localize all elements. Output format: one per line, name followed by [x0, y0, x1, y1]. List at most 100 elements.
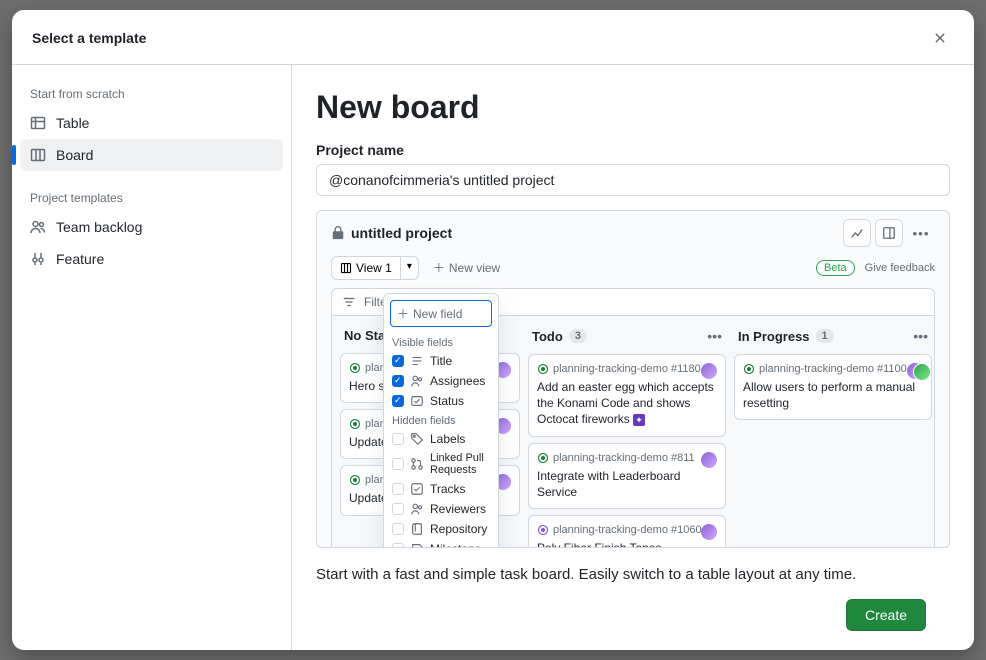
main-panel: New board Project name untitled project	[292, 65, 974, 650]
card-ref: planning-tracking-demo #1100	[759, 363, 907, 375]
board-icon	[30, 147, 46, 163]
modal-header: Select a template	[12, 10, 974, 64]
sparkle-icon: ✦	[633, 414, 645, 426]
checkbox-icon	[392, 458, 404, 470]
issue-open-icon	[537, 452, 549, 464]
checkbox-icon	[392, 375, 404, 387]
kebab-icon: •••	[913, 226, 930, 241]
people-icon	[30, 219, 46, 235]
close-icon	[932, 30, 948, 46]
fields-popover: ＋ New field Visible fields Title Assigne…	[383, 293, 499, 548]
field-item-milestone[interactable]: Milestone	[384, 539, 498, 548]
hidden-fields-label: Hidden fields	[384, 411, 498, 429]
sidebar-item-board[interactable]: Board	[20, 139, 283, 171]
modal-footer: Create	[316, 583, 950, 647]
card-ref: planning-tracking-demo #1180	[553, 363, 701, 375]
checkbox-icon	[392, 355, 404, 367]
repo-icon	[410, 522, 424, 536]
issue-open-icon	[349, 418, 361, 430]
insights-button[interactable]	[843, 219, 871, 247]
field-item-linked-prs[interactable]: Linked Pull Requests	[384, 449, 498, 479]
view-tab[interactable]: View 1	[331, 256, 401, 280]
close-button[interactable]	[926, 24, 954, 52]
field-label: Milestone	[430, 542, 481, 548]
issue-open-icon	[743, 363, 755, 375]
field-item-labels[interactable]: Labels	[384, 429, 498, 449]
modal-title: Select a template	[32, 30, 146, 46]
column-todo: Todo 3 ••• planning-tracking-demo #1180 …	[528, 326, 726, 548]
card[interactable]: planning-tracking-demo #811 Integrate wi…	[528, 443, 726, 509]
column-count: 1	[816, 329, 834, 343]
kebab-button[interactable]: •••	[907, 219, 935, 247]
sidebar: Start from scratch Table Board Project t…	[12, 65, 292, 650]
card-ref: planning-tracking-demo #811	[553, 452, 695, 464]
project-name-input[interactable]	[316, 164, 950, 196]
column-in-progress: In Progress 1 ••• planning-tracking-demo…	[734, 326, 932, 548]
tag-icon	[410, 432, 424, 446]
field-item-repository[interactable]: Repository	[384, 519, 498, 539]
chevron-down-icon: ▾	[407, 261, 412, 272]
field-item-assignees[interactable]: Assignees	[384, 371, 498, 391]
card[interactable]: planning-tracking-demo #1100 Allow users…	[734, 354, 932, 420]
field-label: Tracks	[430, 482, 466, 496]
card-title: Add an easter egg which accepts the Kona…	[537, 379, 717, 428]
checkbox-icon	[392, 543, 404, 548]
column-menu[interactable]: •••	[913, 328, 928, 344]
graph-icon	[850, 226, 864, 240]
visible-fields-label: Visible fields	[384, 333, 498, 351]
sidebar-heading-templates: Project templates	[20, 185, 283, 211]
field-item-reviewers[interactable]: Reviewers	[384, 499, 498, 519]
lock-icon	[331, 226, 345, 240]
sidebar-item-table[interactable]: Table	[20, 107, 283, 139]
field-label: Linked Pull Requests	[430, 452, 490, 476]
template-modal: Select a template Start from scratch Tab…	[12, 10, 974, 650]
issue-open-icon	[537, 524, 549, 536]
milestone-icon	[410, 542, 424, 548]
field-label: Labels	[430, 432, 465, 446]
tabs-row: View 1 ▾ ＋ New view Beta G	[317, 255, 949, 280]
checkbox-icon	[392, 433, 404, 445]
card-title: Poly Fiber Finish Tapes	[537, 540, 717, 548]
column-title: Todo	[532, 329, 563, 344]
people-icon	[410, 374, 424, 388]
view-tab-label: View 1	[356, 261, 392, 275]
project-name-label: Project name	[316, 142, 950, 158]
avatar	[907, 363, 923, 379]
field-label: Title	[430, 354, 452, 368]
sidebar-item-team-backlog[interactable]: Team backlog	[20, 211, 283, 243]
view-tab-dropdown[interactable]: ▾	[401, 256, 419, 280]
field-item-tracks[interactable]: Tracks	[384, 479, 498, 499]
sidebar-heading-scratch: Start from scratch	[20, 81, 283, 107]
board-icon	[340, 262, 352, 274]
field-label: Status	[430, 394, 464, 408]
checkbox-icon	[392, 395, 404, 407]
avatar	[701, 363, 717, 379]
feedback-link[interactable]: Give feedback	[865, 262, 935, 274]
sidebar-item-label: Table	[56, 115, 89, 131]
table-icon	[30, 115, 46, 131]
card[interactable]: planning-tracking-demo #1180 Add an east…	[528, 354, 726, 437]
new-field-button[interactable]: ＋ New field	[390, 300, 492, 327]
issue-open-icon	[537, 363, 549, 375]
sidebar-item-label: Board	[56, 147, 93, 163]
sidebar-item-label: Team backlog	[56, 219, 142, 235]
new-view-label: New view	[449, 261, 500, 275]
sidebar-item-feature[interactable]: Feature	[20, 243, 283, 275]
card[interactable]: planning-tracking-demo #1060 Poly Fiber …	[528, 515, 726, 548]
field-label: Repository	[430, 522, 487, 536]
column-menu[interactable]: •••	[707, 328, 722, 344]
board-preview: untitled project •••	[316, 210, 950, 548]
field-label: Reviewers	[430, 502, 486, 516]
field-item-status[interactable]: Status	[384, 391, 498, 411]
panel-button[interactable]	[875, 219, 903, 247]
single-select-icon	[410, 394, 424, 408]
create-button[interactable]: Create	[846, 599, 926, 631]
field-label: Assignees	[430, 374, 485, 388]
field-item-title[interactable]: Title	[384, 351, 498, 371]
checkbox-icon	[392, 483, 404, 495]
panel-icon	[882, 226, 896, 240]
card-title: Allow users to perform a manual resettin…	[743, 379, 923, 411]
new-view-button[interactable]: ＋ New view	[425, 255, 508, 280]
column-count: 3	[569, 329, 587, 343]
beta-badge: Beta	[816, 260, 855, 276]
